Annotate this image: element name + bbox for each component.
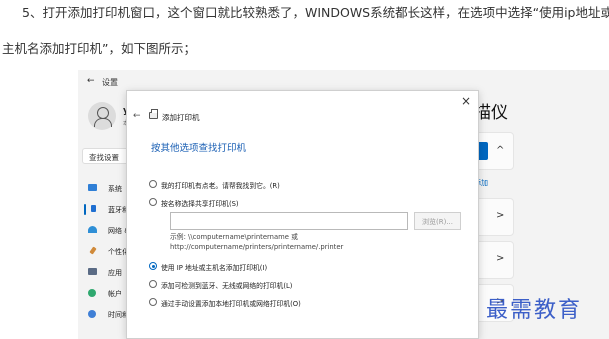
option-label: 使用 IP 地址或主机名添加打印机(I) bbox=[161, 264, 268, 272]
dialog-heading: 按其他选项查找打印机 bbox=[151, 143, 247, 154]
close-icon[interactable]: × bbox=[461, 94, 471, 108]
add-printer-dialog: × ← 添加打印机 按其他选项查找打印机 我的打印机有点老。请帮我找到它。(R)… bbox=[126, 90, 479, 339]
bluetooth-icon bbox=[91, 205, 96, 212]
back-arrow-icon[interactable]: ← bbox=[133, 111, 141, 121]
chevron-right-icon[interactable]: > bbox=[496, 210, 504, 221]
back-arrow-icon[interactable]: ← bbox=[87, 76, 95, 86]
chevron-right-icon[interactable]: > bbox=[496, 253, 504, 264]
chevron-up-icon[interactable]: ^ bbox=[496, 145, 504, 156]
active-indicator bbox=[84, 204, 86, 215]
watermark-logo: 最需教育 bbox=[486, 298, 583, 323]
example-line-1: 示例: \\computername\printername 或 bbox=[170, 233, 298, 241]
radio-button[interactable] bbox=[149, 280, 157, 288]
wifi-icon bbox=[88, 226, 97, 233]
monitor-icon bbox=[88, 184, 97, 191]
example-hint: 示例: \\computername\printername 或 http://… bbox=[170, 233, 343, 252]
radio-button[interactable] bbox=[149, 180, 157, 188]
example-line-2: http://computername/printers/printername… bbox=[170, 242, 344, 251]
printer-icon bbox=[149, 109, 158, 119]
sidebar-item-label: 系统 bbox=[108, 185, 122, 193]
account-icon bbox=[88, 289, 96, 297]
avatar bbox=[88, 102, 116, 130]
settings-search-input[interactable]: 查找设置 bbox=[82, 148, 130, 164]
article-paragraph-line-2: 主机名添加打印机”，如下图所示； bbox=[2, 41, 196, 56]
option-label: 按名称选择共享打印机(S) bbox=[161, 200, 239, 208]
option-label: 我的打印机有点老。请帮我找到它。(R) bbox=[161, 182, 280, 190]
brush-icon bbox=[89, 246, 97, 255]
option-label: 添加可检测到蓝牙、无线或网络的打印机(L) bbox=[161, 282, 293, 290]
clock-icon bbox=[88, 310, 96, 318]
browse-button[interactable]: 浏览(R)... bbox=[414, 212, 461, 230]
settings-title: 设置 bbox=[102, 78, 118, 87]
article-paragraph-line-1: 5、打开添加打印机窗口，这个窗口就比较熟悉了，WINDOWS系统都长这样，在选项… bbox=[22, 5, 609, 20]
radio-button[interactable] bbox=[149, 298, 157, 306]
shared-printer-name-input[interactable] bbox=[170, 212, 408, 230]
apps-icon bbox=[88, 268, 97, 275]
dialog-title: 添加打印机 bbox=[162, 113, 200, 122]
page-title: 描仪 bbox=[474, 103, 508, 123]
option-label: 通过手动设置添加本地打印机或网络打印机(O) bbox=[161, 300, 301, 308]
sidebar-item-label: 应用 bbox=[108, 269, 122, 277]
radio-button[interactable] bbox=[149, 198, 157, 206]
radio-button[interactable] bbox=[149, 262, 157, 270]
sidebar-item-label: 帐户 bbox=[108, 290, 122, 298]
